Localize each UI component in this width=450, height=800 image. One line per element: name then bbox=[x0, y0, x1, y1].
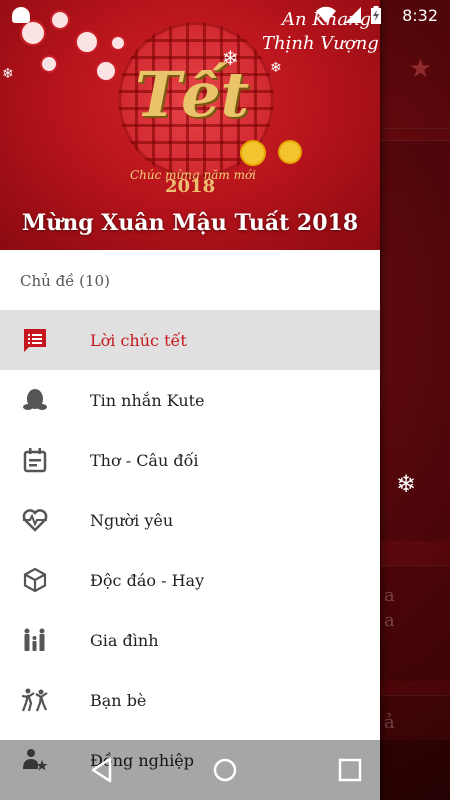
background-text: a bbox=[384, 585, 395, 606]
navigation-bar bbox=[0, 740, 450, 800]
snowflake-icon: ❄ bbox=[222, 46, 239, 70]
android-notification-icon bbox=[12, 7, 30, 23]
favorite-star-icon[interactable]: ★ bbox=[409, 54, 432, 84]
blossom-decoration bbox=[95, 60, 117, 82]
menu-item-nguoi-yeu[interactable]: Người yêu bbox=[0, 490, 380, 550]
drawer-title: Mừng Xuân Mậu Tuất 2018 bbox=[21, 210, 359, 236]
menu-item-tin-nhan-kute[interactable]: Tin nhắn Kute bbox=[0, 370, 380, 430]
cube-icon bbox=[23, 567, 47, 593]
snowflake-icon: ❄ bbox=[270, 60, 282, 76]
apricot-flower-decoration bbox=[278, 140, 302, 164]
menu-item-label: Tin nhắn Kute bbox=[90, 390, 205, 410]
apricot-flower-decoration bbox=[240, 140, 266, 166]
battery-charging-icon bbox=[371, 6, 381, 24]
menu-item-label: Người yêu bbox=[90, 510, 174, 530]
menu-item-loi-chuc-tet[interactable]: Lời chúc tết bbox=[0, 310, 380, 370]
year-text: 2018 bbox=[165, 176, 216, 197]
menu-item-label: Thơ - Câu đối bbox=[90, 450, 199, 470]
background-text: ả bbox=[384, 712, 395, 733]
friends-icon bbox=[22, 688, 48, 712]
family-icon bbox=[24, 628, 45, 651]
section-label: Chủ đề (10) bbox=[20, 272, 110, 290]
qq-penguin-icon bbox=[23, 389, 47, 410]
calligraphy-line: Thịnh Vượng bbox=[262, 33, 379, 54]
message-list-icon bbox=[24, 329, 46, 352]
menu-item-label: Độc đáo - Hay bbox=[90, 570, 205, 590]
calendar-note-icon bbox=[23, 448, 47, 473]
menu-item-gia-dinh[interactable]: Gia đình bbox=[0, 610, 380, 670]
recents-icon[interactable] bbox=[336, 756, 364, 784]
back-icon[interactable] bbox=[88, 756, 116, 784]
home-icon[interactable] bbox=[211, 756, 239, 784]
menu-item-label: Gia đình bbox=[90, 630, 159, 650]
menu-item-ban-be[interactable]: Bạn bè bbox=[0, 670, 380, 730]
background-text: a bbox=[384, 610, 395, 631]
navigation-drawer: Tết An Khang Thịnh Vượng ❄ ❄ ❄ Chúc mừng… bbox=[0, 0, 380, 800]
status-icons bbox=[316, 6, 382, 24]
blossom-decoration bbox=[110, 35, 126, 51]
drawer-header: Tết An Khang Thịnh Vượng ❄ ❄ ❄ Chúc mừng… bbox=[0, 0, 380, 250]
heart-pulse-icon bbox=[22, 509, 48, 532]
status-bar: 8:32 bbox=[0, 0, 450, 32]
status-time: 8:32 bbox=[402, 6, 438, 25]
menu-item-label: Lời chúc tết bbox=[90, 330, 187, 350]
menu-item-doc-dao-hay[interactable]: Độc đáo - Hay bbox=[0, 550, 380, 610]
snowflake-icon: ❄ bbox=[396, 470, 417, 498]
menu-item-tho-cau-doi[interactable]: Thơ - Câu đối bbox=[0, 430, 380, 490]
menu-item-label: Bạn bè bbox=[90, 690, 147, 710]
blossom-decoration bbox=[75, 30, 99, 54]
wifi-icon bbox=[316, 6, 336, 23]
signal-icon bbox=[345, 7, 361, 23]
background-card[interactable] bbox=[380, 128, 450, 129]
snowflake-icon: ❄ bbox=[2, 66, 14, 82]
blossom-decoration bbox=[40, 55, 58, 73]
